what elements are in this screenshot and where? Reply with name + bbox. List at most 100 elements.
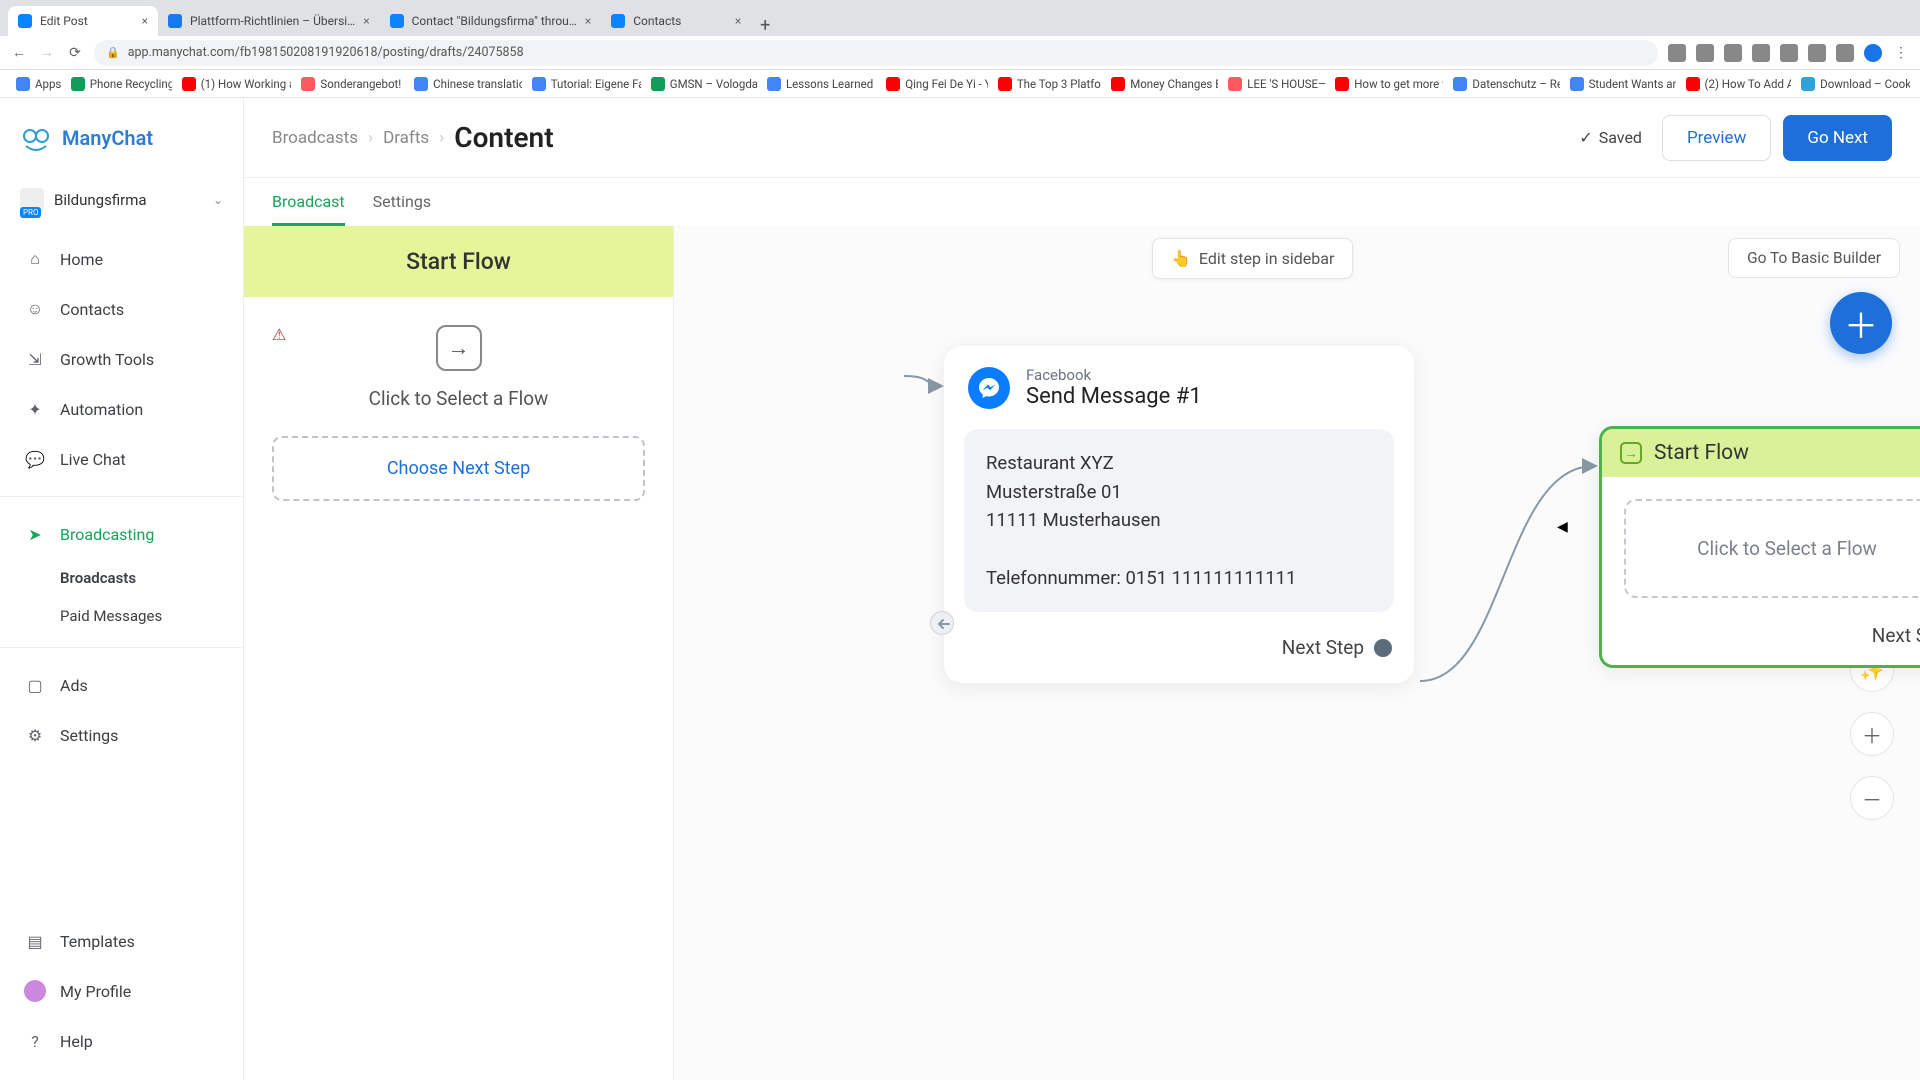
extension-icon[interactable] [1808, 44, 1826, 62]
app-root: ManyChat Bildungsfirma ⌄ ⌂Home ☺Contacts… [0, 98, 1920, 1080]
bookmark-label: Lessons Learned f… [786, 77, 876, 91]
browser-chrome: Edit Post × Plattform-Richtlinien – Über… [0, 0, 1920, 98]
bookmark-label: Student Wants an… [1589, 77, 1676, 91]
close-icon[interactable]: × [735, 14, 741, 28]
flow-canvas[interactable]: Start Flow ⚠ → Click to Select a Flow Ch… [244, 226, 1920, 1080]
address-bar[interactable]: 🔒 app.manychat.com/fb198150208191920618/… [94, 40, 1658, 66]
message-body[interactable]: Restaurant XYZ Musterstraße 01 11111 Mus… [964, 429, 1394, 612]
sidebar-sub-broadcasts[interactable]: Broadcasts [0, 559, 243, 597]
tab-title: Edit Post [40, 14, 134, 28]
extension-icon[interactable] [1696, 44, 1714, 62]
close-icon[interactable]: × [363, 14, 369, 28]
bookmark-item[interactable]: Phone Recycling… [65, 75, 172, 93]
select-flow-area[interactable]: ⚠ → Click to Select a Flow [272, 325, 645, 410]
menu-icon[interactable]: ⋮ [1892, 44, 1910, 62]
bookmark-item[interactable]: Qing Fei De Yi - Y… [880, 75, 988, 93]
extension-icon[interactable] [1668, 44, 1686, 62]
select-flow-placeholder[interactable]: Click to Select a Flow [1624, 499, 1920, 598]
edit-step-hint[interactable]: 👆 Edit step in sidebar [1152, 238, 1353, 279]
bookmarks-apps[interactable]: Apps [10, 75, 61, 93]
node-send-message[interactable]: Facebook Send Message #1 Restaurant XYZ … [944, 346, 1414, 683]
bookmark-item[interactable]: (2) How To Add A… [1680, 75, 1792, 93]
select-flow-label: Click to Select a Flow [272, 387, 645, 410]
profile-avatar-icon[interactable] [1864, 44, 1882, 62]
extension-icon[interactable] [1724, 44, 1742, 62]
sidebar-item-automation[interactable]: ✦Automation [0, 384, 243, 434]
bookmark-item[interactable]: Datenschutz – Re… [1447, 75, 1559, 93]
sidebar-item-templates[interactable]: ▤Templates [0, 916, 243, 966]
tab-platform-richtlinien[interactable]: Plattform-Richtlinien – Übersi… × [158, 6, 380, 36]
bookmarks-bar: Apps Phone Recycling… (1) How Working a…… [0, 70, 1920, 98]
bookmark-item[interactable]: Money Changes E… [1105, 75, 1218, 93]
bookmark-favicon [1570, 77, 1584, 91]
sidebar-sub-paid-messages[interactable]: Paid Messages [0, 597, 243, 635]
sidebar-item-label: Broadcasting [60, 525, 154, 544]
forward-icon[interactable]: → [38, 44, 56, 62]
chat-icon: 💬 [24, 448, 46, 470]
zoom-out-button[interactable]: － [1850, 776, 1894, 820]
brand-logo-icon [20, 122, 52, 154]
new-tab-button[interactable]: + [751, 15, 779, 36]
zoom-in-button[interactable]: ＋ [1850, 712, 1894, 756]
bookmark-item[interactable]: Download – Cooki… [1795, 75, 1910, 93]
breadcrumb-item[interactable]: Broadcasts [272, 128, 358, 148]
zoom-controls: ✨ ＋ － [1850, 648, 1894, 820]
reload-icon[interactable]: ⟳ [66, 44, 84, 62]
sidebar-item-live-chat[interactable]: 💬Live Chat [0, 434, 243, 484]
extension-icon[interactable] [1752, 44, 1770, 62]
sidebar-item-label: Automation [60, 400, 143, 419]
extension-icon[interactable] [1836, 44, 1854, 62]
tab-contact-bildungsfirma[interactable]: Contact "Bildungsfirma" throu… × [380, 6, 602, 36]
bookmark-item[interactable]: LEE 'S HOUSE—… [1222, 75, 1325, 93]
sidebar-item-my-profile[interactable]: My Profile [0, 966, 243, 1016]
tab-broadcast[interactable]: Broadcast [272, 178, 345, 226]
bookmark-item[interactable]: Lessons Learned f… [761, 75, 876, 93]
bookmark-item[interactable]: Sonderangebot! |… [295, 75, 404, 93]
sidebar-item-growth-tools[interactable]: ⇲Growth Tools [0, 334, 243, 384]
chevron-right-icon: › [368, 128, 373, 148]
tab-settings[interactable]: Settings [373, 178, 431, 226]
choose-next-step-button[interactable]: Choose Next Step [272, 436, 645, 501]
sidebar-item-broadcasting[interactable]: ➤Broadcasting [0, 509, 243, 559]
node-start-flow[interactable]: → Start Flow Click to Select a Flow Next… [1599, 426, 1920, 668]
brand[interactable]: ManyChat [0, 98, 243, 178]
favicon [611, 14, 625, 28]
input-port[interactable] [930, 611, 954, 635]
bookmark-item[interactable]: GMSN – Vologda,… [645, 75, 757, 93]
flow-placeholder-icon: → [436, 325, 482, 371]
sidebar-item-label: Contacts [60, 300, 124, 319]
preview-button[interactable]: Preview [1662, 115, 1771, 161]
extension-icon[interactable] [1780, 44, 1798, 62]
bookmark-item[interactable]: How to get more v… [1329, 75, 1443, 93]
panel-title: Start Flow [244, 226, 673, 297]
output-port[interactable] [1374, 639, 1392, 657]
tab-contacts[interactable]: Contacts × [601, 6, 751, 36]
node-platform: Facebook [1026, 366, 1202, 384]
edit-step-label: Edit step in sidebar [1199, 249, 1334, 268]
sidebar-item-ads[interactable]: ▢Ads [0, 660, 243, 710]
add-step-fab[interactable]: ＋ [1830, 292, 1892, 354]
bookmark-label: Chinese translatio… [433, 77, 522, 91]
bookmark-item[interactable]: Student Wants an… [1564, 75, 1676, 93]
sidebar-item-home[interactable]: ⌂Home [0, 234, 243, 284]
tab-edit-post[interactable]: Edit Post × [8, 6, 158, 36]
sidebar-item-label: Growth Tools [60, 350, 154, 369]
bookmark-favicon [1228, 77, 1242, 91]
sidebar-item-settings[interactable]: ⚙Settings [0, 710, 243, 760]
account-switcher[interactable]: Bildungsfirma ⌄ [0, 178, 243, 230]
go-next-button[interactable]: Go Next [1783, 115, 1892, 161]
sidebar-item-help[interactable]: ?Help [0, 1016, 243, 1066]
close-icon[interactable]: × [585, 14, 591, 28]
toolbar-right: ⋮ [1668, 44, 1910, 62]
bookmark-item[interactable]: Chinese translatio… [408, 75, 522, 93]
sidebar-item-contacts[interactable]: ☺Contacts [0, 284, 243, 334]
bookmark-label: LEE 'S HOUSE—… [1247, 77, 1325, 91]
back-icon[interactable]: ← [10, 44, 28, 62]
close-icon[interactable]: × [142, 14, 148, 28]
bookmark-favicon [16, 77, 30, 91]
bookmark-item[interactable]: Tutorial: Eigene Fa… [526, 75, 641, 93]
bookmark-item[interactable]: The Top 3 Platfor… [992, 75, 1101, 93]
go-basic-builder-button[interactable]: Go To Basic Builder [1728, 238, 1900, 278]
bookmark-item[interactable]: (1) How Working a… [176, 75, 292, 93]
breadcrumb-item[interactable]: Drafts [383, 128, 429, 148]
